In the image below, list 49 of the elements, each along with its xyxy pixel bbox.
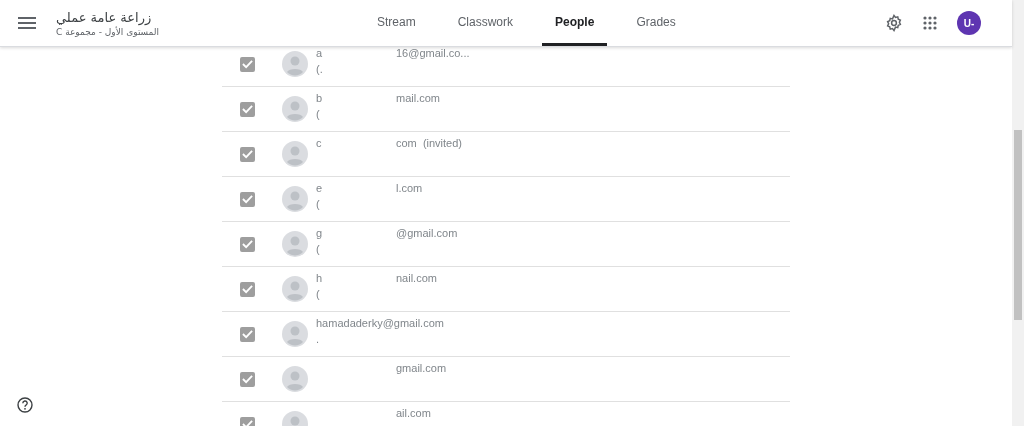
name-text: (.: [316, 63, 323, 77]
checkbox[interactable]: [240, 101, 255, 117]
avatar-icon: [282, 366, 308, 392]
checkbox[interactable]: [240, 236, 255, 252]
email-text: gmail.com: [396, 362, 447, 376]
email-text: 16@gmail.co...: [396, 47, 470, 61]
scrollbar[interactable]: [1012, 0, 1024, 426]
name-text: (: [316, 198, 320, 212]
email-text: com (invited): [396, 137, 463, 151]
apps-grid-icon[interactable]: [923, 16, 937, 30]
email-text: b: [316, 92, 323, 106]
tab[interactable]: People: [542, 0, 608, 46]
tab[interactable]: Stream: [364, 0, 429, 46]
tab[interactable]: Classwork: [444, 0, 527, 46]
email-text: c: [316, 137, 322, 151]
menu-icon[interactable]: [18, 17, 36, 29]
class-section: المستوى الأول - مجموعة C: [56, 26, 160, 37]
avatar-icon: [282, 321, 308, 347]
avatar-icon: [282, 231, 308, 257]
avatar-icon: [282, 276, 308, 302]
email-text: nail.com: [396, 272, 437, 286]
settings-icon[interactable]: [885, 14, 903, 32]
email-text: hamadaderky@gmail.com: [316, 317, 444, 331]
checkbox[interactable]: [240, 146, 255, 162]
checkbox[interactable]: [240, 371, 255, 387]
email-text: ail.com: [396, 407, 431, 421]
name-text: (: [316, 243, 320, 257]
checkbox[interactable]: [240, 281, 255, 297]
tab[interactable]: Grades: [623, 0, 689, 46]
email-text: e: [316, 182, 323, 196]
checkbox[interactable]: [240, 326, 255, 342]
avatar-icon: [282, 141, 308, 167]
email-text: l.com: [396, 182, 423, 196]
avatar-icon: [282, 186, 308, 212]
email-text: mail.com: [396, 92, 440, 106]
name-text: (: [316, 288, 320, 302]
name-text: .: [316, 333, 320, 347]
name-text: (: [316, 108, 320, 122]
email-text: h: [316, 272, 323, 286]
checkbox[interactable]: [240, 56, 255, 72]
checkbox[interactable]: [240, 191, 255, 207]
avatar-icon: [282, 51, 308, 77]
account-avatar[interactable]: U-: [957, 11, 981, 35]
avatar-icon: [282, 96, 308, 122]
email-text: g: [316, 227, 323, 241]
email-text: @gmail.com: [396, 227, 458, 241]
class-title[interactable]: زراعة عامة عملي: [56, 9, 152, 25]
email-text: a: [316, 47, 323, 61]
help-icon[interactable]: [17, 397, 33, 413]
